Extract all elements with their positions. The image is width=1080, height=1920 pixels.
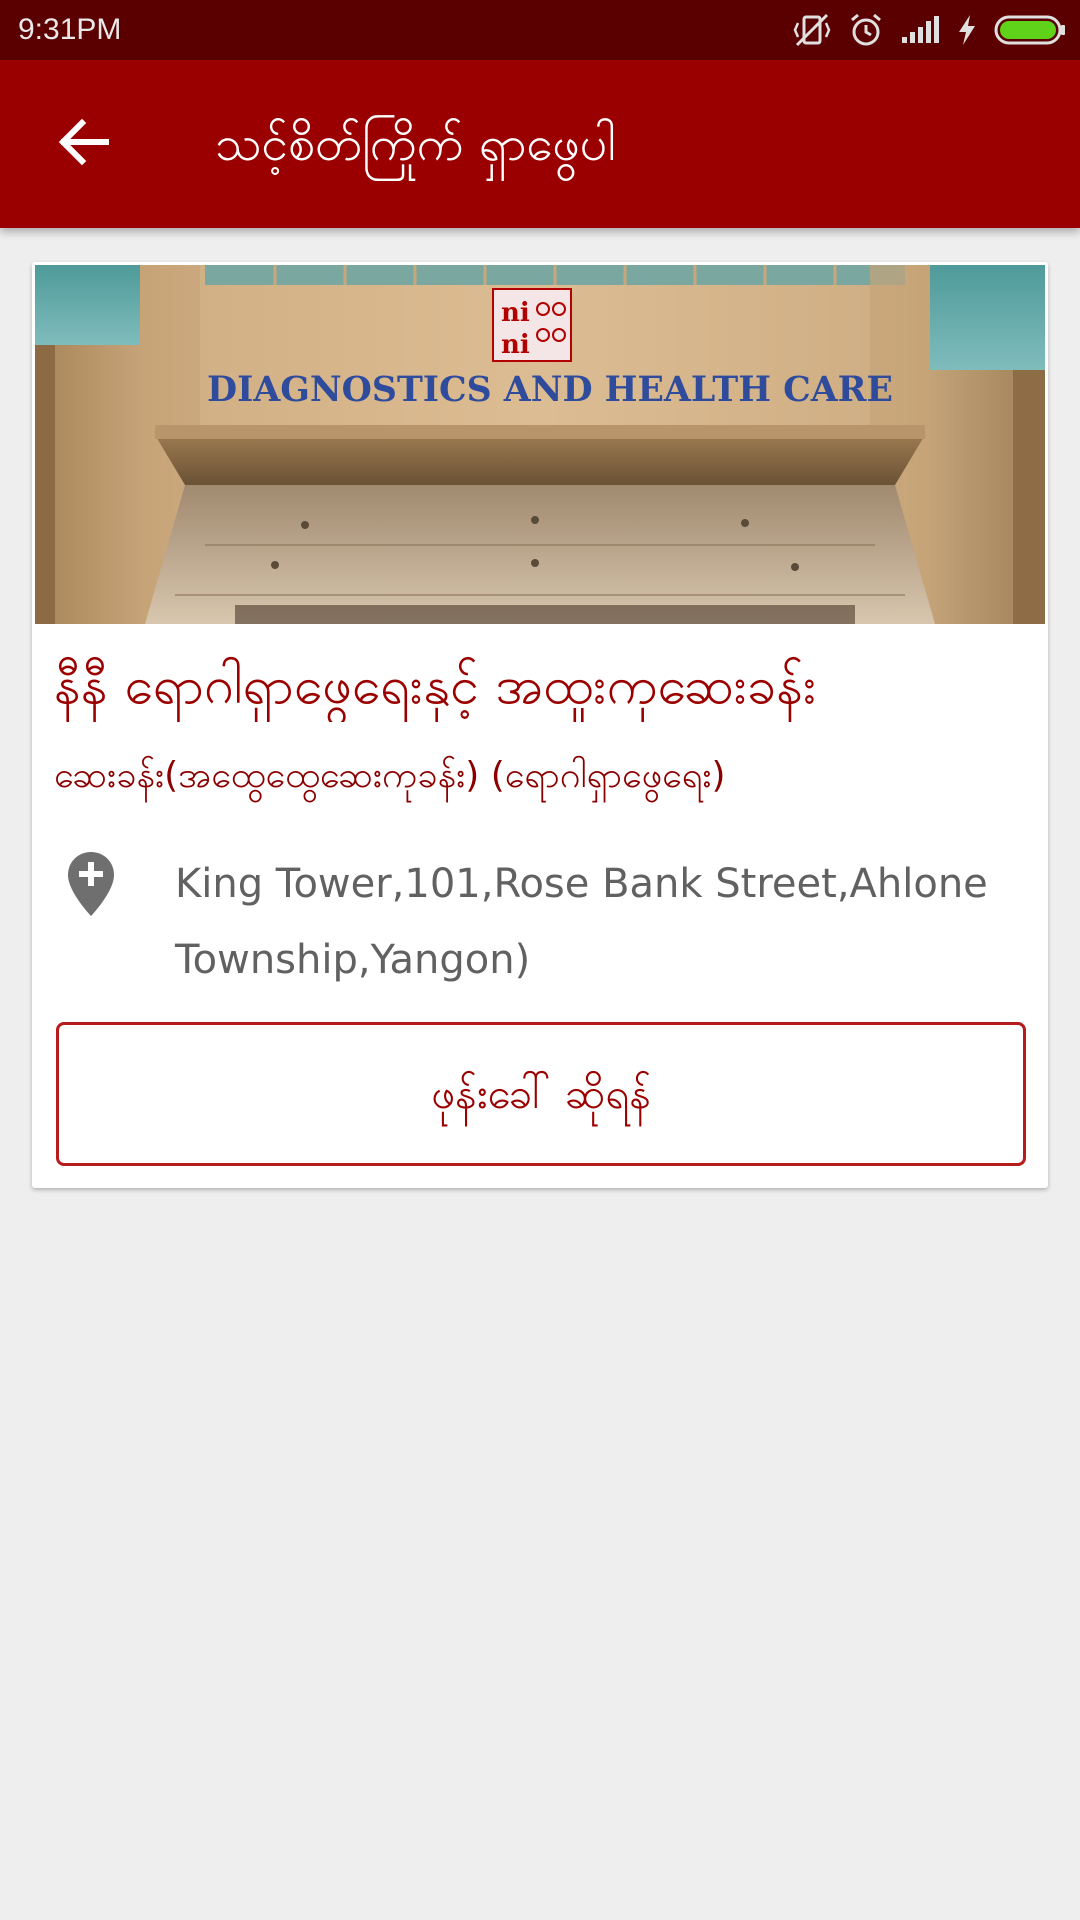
clinic-sign: DIAGNOSTICS AND HEALTH CARE — [207, 369, 893, 410]
call-button[interactable]: ဖုန်းခေါ် ဆိုရန် — [56, 1022, 1026, 1166]
clinic-card[interactable]: ni ni DIAGNOSTICS AND HEALTH CARE နီနီ ရ… — [32, 262, 1048, 1188]
page-title: သင့်စိတ်ကြိုက် ရှာဖွေပါ — [215, 116, 616, 172]
clinic-address: King Tower,101,Rose Bank Street,Ahlone T… — [175, 861, 988, 983]
arrow-left-icon — [56, 114, 112, 174]
call-button-label: ဖုန်းခေါ် ဆိုရန် — [431, 1069, 651, 1118]
hospital-name: နီနီ ရောဂါရှာဖွေရေးနှင့် အထူးကုဆေးခန်း — [54, 656, 817, 716]
vibrate-off-icon — [792, 13, 832, 47]
charging-icon — [956, 14, 978, 46]
status-icons — [792, 12, 1066, 48]
status-bar: 9:31PM — [0, 0, 1080, 60]
signal-icon — [900, 15, 940, 45]
app-bar: သင့်စိတ်ကြိုက် ရှာဖွေပါ — [0, 60, 1080, 228]
svg-text:ni: ni — [501, 298, 530, 328]
clinic-category: ဆေးခန်း(အထွေထွေဆေးကုခန်း) (ရောဂါရှာဖွေရေ… — [54, 755, 726, 796]
alarm-icon — [848, 12, 884, 48]
back-button[interactable] — [40, 100, 128, 188]
battery-icon — [994, 14, 1066, 46]
svg-text:ni: ni — [501, 330, 530, 360]
clinic-photo: ni ni DIAGNOSTICS AND HEALTH CARE — [35, 265, 1045, 624]
clinic-logo: ni ni — [492, 288, 572, 362]
location-pin-plus-icon — [66, 850, 116, 918]
status-time: 9:31PM — [18, 13, 122, 46]
